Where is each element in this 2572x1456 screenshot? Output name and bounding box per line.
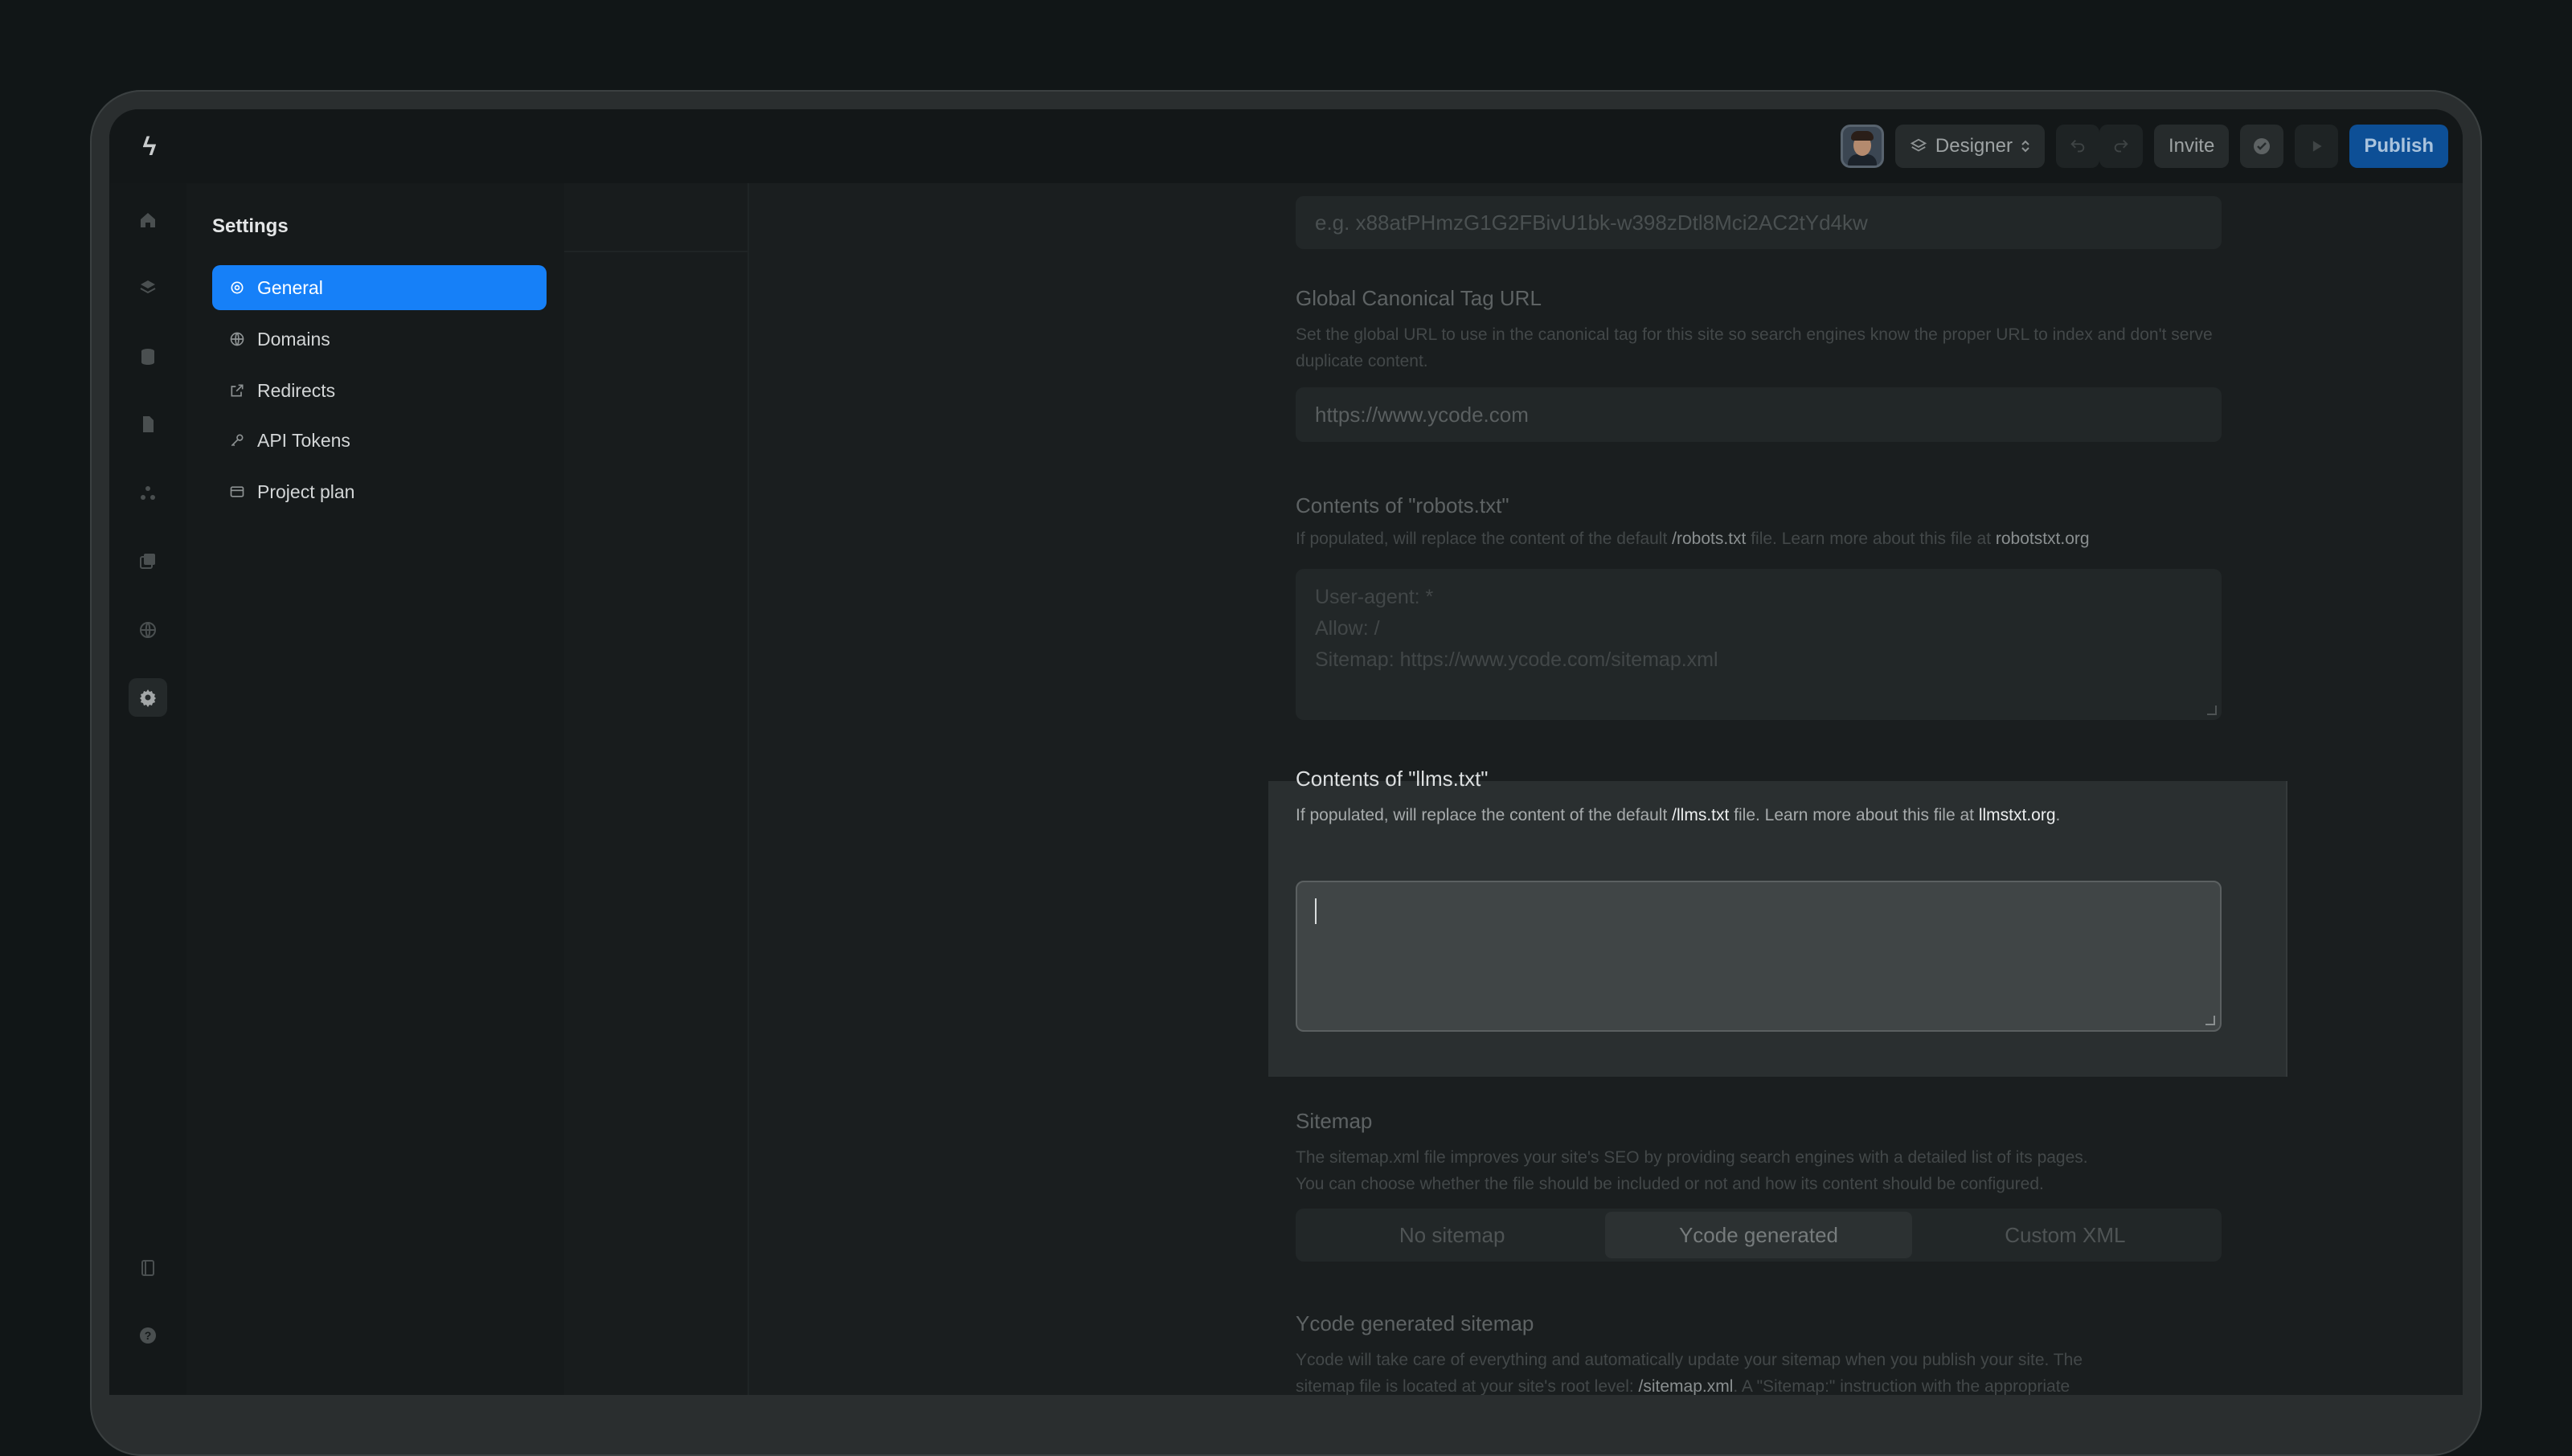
book-icon[interactable] bbox=[129, 1249, 167, 1287]
database-icon[interactable] bbox=[129, 337, 167, 376]
robotstxt-link[interactable]: robotstxt.org bbox=[1996, 530, 2090, 548]
settings-item-general[interactable]: General bbox=[212, 265, 547, 310]
sitemap-description: The sitemap.xml file improves your site'… bbox=[1296, 1148, 2088, 1193]
avatar[interactable] bbox=[1840, 125, 1884, 168]
layers-icon[interactable] bbox=[129, 268, 167, 307]
sitemap-option-none[interactable]: No sitemap bbox=[1299, 1212, 1605, 1258]
settings-title: Settings bbox=[212, 215, 289, 237]
invite-label: Invite bbox=[2168, 135, 2215, 157]
robots-file-name: /robots.txt bbox=[1672, 530, 1747, 548]
gear-icon[interactable] bbox=[129, 678, 167, 717]
canonical-description: Set the global URL to use in the canonic… bbox=[1296, 325, 2213, 370]
settings-item-label: API Tokens bbox=[257, 429, 350, 451]
publish-button[interactable]: Publish bbox=[2349, 125, 2448, 168]
sitemap-mode-selector: No sitemap Ycode generated Custom XML bbox=[1296, 1209, 2222, 1262]
secondary-panel bbox=[564, 183, 749, 1395]
mode-label: Designer bbox=[1935, 135, 2013, 157]
globe-icon bbox=[228, 330, 246, 348]
generated-sitemap-label: Ycode generated sitemap bbox=[1296, 1311, 1534, 1335]
settings-item-label: General bbox=[257, 276, 323, 298]
play-icon bbox=[2313, 141, 2322, 152]
sitemap-label: Sitemap bbox=[1296, 1109, 1373, 1133]
llms-textarea[interactable] bbox=[1296, 881, 2222, 1032]
undo-icon bbox=[2070, 140, 2085, 153]
key-icon bbox=[228, 431, 246, 449]
robots-textarea[interactable]: User-agent: * Allow: / Sitemap: https://… bbox=[1296, 569, 2222, 720]
text-caret bbox=[1315, 898, 1317, 924]
external-link-icon bbox=[228, 382, 246, 399]
credit-card-icon bbox=[228, 483, 246, 501]
settings-item-label: Domains bbox=[257, 328, 330, 350]
secondary-panel-header bbox=[564, 183, 747, 252]
verification-placeholder: e.g. x88atPHmzG1G2FBivU1bk-w398zDtl8Mci2… bbox=[1315, 210, 1868, 235]
gear-icon bbox=[228, 279, 246, 297]
robots-placeholder-line: Sitemap: https://www.ycode.com/sitemap.x… bbox=[1315, 648, 1718, 671]
left-rail: ? bbox=[109, 183, 186, 1395]
mode-switcher[interactable]: Designer bbox=[1894, 125, 2045, 168]
verification-id-input[interactable]: e.g. x88atPHmzG1G2FBivU1bk-w398zDtl8Mci2… bbox=[1296, 196, 2222, 249]
robots-description: If populated, will replace the content o… bbox=[1296, 530, 2090, 548]
generated-sitemap-description: Ycode will take care of everything and a… bbox=[1296, 1351, 2083, 1395]
canonical-placeholder: https://www.ycode.com bbox=[1315, 402, 1529, 427]
svg-text:?: ? bbox=[145, 1329, 152, 1342]
help-icon[interactable]: ? bbox=[129, 1316, 167, 1355]
home-icon[interactable] bbox=[129, 201, 167, 239]
file-icon[interactable] bbox=[129, 405, 167, 444]
check-circle-icon bbox=[2254, 138, 2271, 154]
top-bar: ϟ Designer Invite Publish bbox=[109, 109, 2463, 183]
settings-item-domains[interactable]: Domains bbox=[212, 317, 547, 362]
canonical-label: Global Canonical Tag URL bbox=[1296, 286, 1542, 310]
assets-icon[interactable] bbox=[129, 542, 167, 580]
robots-placeholder-line: User-agent: * bbox=[1315, 586, 1434, 608]
top-bar-actions: Designer Invite Publish bbox=[1840, 122, 2448, 170]
sitemap-option-ycode[interactable]: Ycode generated bbox=[1605, 1212, 1912, 1258]
resize-handle-icon[interactable] bbox=[2205, 1016, 2215, 1025]
llmstxt-link[interactable]: llmstxt.org bbox=[1979, 806, 2056, 824]
settings-item-api-tokens[interactable]: API Tokens bbox=[212, 418, 547, 463]
settings-item-redirects[interactable]: Redirects bbox=[212, 368, 547, 413]
redo-icon bbox=[2114, 140, 2128, 153]
settings-item-label: Project plan bbox=[257, 481, 355, 502]
canonical-url-input[interactable]: https://www.ycode.com bbox=[1296, 387, 2222, 442]
undo-button[interactable] bbox=[2055, 125, 2099, 168]
llms-file-name: /llms.txt bbox=[1672, 806, 1730, 824]
robots-placeholder-line: Allow: / bbox=[1315, 617, 1380, 640]
check-status-button[interactable] bbox=[2240, 125, 2284, 168]
sitemap-option-custom[interactable]: Custom XML bbox=[1912, 1212, 2218, 1258]
invite-button[interactable]: Invite bbox=[2153, 125, 2230, 168]
preview-button[interactable] bbox=[2295, 125, 2339, 168]
components-icon[interactable] bbox=[129, 474, 167, 513]
redo-button[interactable] bbox=[2099, 125, 2143, 168]
layers-icon bbox=[1910, 138, 1927, 152]
chevron-updown-icon bbox=[2021, 140, 2029, 153]
settings-sidebar: Settings General Domains Redirects API T… bbox=[186, 183, 564, 1395]
settings-item-project-plan[interactable]: Project plan bbox=[212, 469, 547, 514]
settings-item-label: Redirects bbox=[257, 379, 336, 401]
app-window: ϟ Designer Invite Publish ? Settings Gen… bbox=[109, 109, 2463, 1395]
llms-label: Contents of "llms.txt" bbox=[1296, 767, 1489, 791]
globe-icon[interactable] bbox=[129, 611, 167, 649]
publish-label: Publish bbox=[2364, 135, 2434, 157]
llms-description: If populated, will replace the content o… bbox=[1296, 806, 2061, 824]
robots-label: Contents of "robots.txt" bbox=[1296, 493, 1509, 517]
resize-handle-icon[interactable] bbox=[2207, 706, 2217, 715]
ycode-logo[interactable]: ϟ bbox=[135, 132, 164, 161]
